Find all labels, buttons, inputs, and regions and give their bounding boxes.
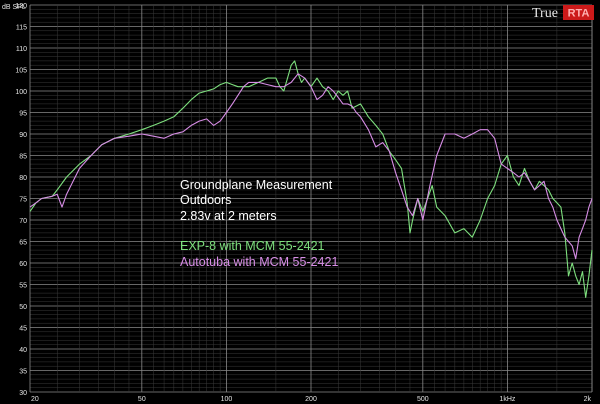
x-tick-label: 50 xyxy=(138,396,146,403)
x-tick-label: 100 xyxy=(221,396,233,403)
brand-word: True xyxy=(532,6,558,21)
annotation-location: Outdoors xyxy=(180,193,231,207)
y-tick-label: 95 xyxy=(19,111,27,118)
y-tick-label: 110 xyxy=(16,46,27,53)
y-tick-label: 100 xyxy=(15,89,27,96)
annotation-title: Groundplane Measurement xyxy=(180,178,333,192)
x-tick-label: 2k xyxy=(584,396,592,403)
y-tick-label: 30 xyxy=(19,390,27,397)
x-tick-label: 500 xyxy=(417,396,429,403)
y-tick-label: 40 xyxy=(19,347,27,354)
y-tick-label: 55 xyxy=(19,283,27,290)
y-tick-label: 105 xyxy=(15,68,27,75)
chart-background xyxy=(0,0,600,404)
y-tick-label: 85 xyxy=(19,154,27,161)
y-tick-label: 70 xyxy=(19,218,27,225)
x-tick-label: 1kHz xyxy=(499,396,515,403)
y-tick-label: 60 xyxy=(19,261,27,268)
x-tick-label: 200 xyxy=(305,396,317,403)
y-tick-label: 115 xyxy=(16,25,27,32)
y-tick-label: 65 xyxy=(19,240,27,247)
y-tick-label: 50 xyxy=(19,304,27,311)
legend-exp8: EXP-8 with MCM 55-2421 xyxy=(180,239,325,253)
legend-autotuba: Autotuba with MCM 55-2421 xyxy=(180,255,338,269)
annotation-drive: 2.83v at 2 meters xyxy=(180,209,277,223)
x-tick-label: 20 xyxy=(31,396,39,403)
y-axis-label: dB SPL xyxy=(2,4,26,11)
frequency-response-chart: 1201151101051009590858075706560555045403… xyxy=(0,0,600,404)
y-tick-label: 35 xyxy=(19,369,27,376)
y-tick-label: 80 xyxy=(19,175,27,182)
y-tick-label: 90 xyxy=(19,132,27,139)
y-tick-label: 45 xyxy=(19,326,27,333)
brand-rta: RTA xyxy=(568,8,590,20)
y-tick-label: 75 xyxy=(19,197,27,204)
brand-logo: True RTA xyxy=(532,5,594,21)
